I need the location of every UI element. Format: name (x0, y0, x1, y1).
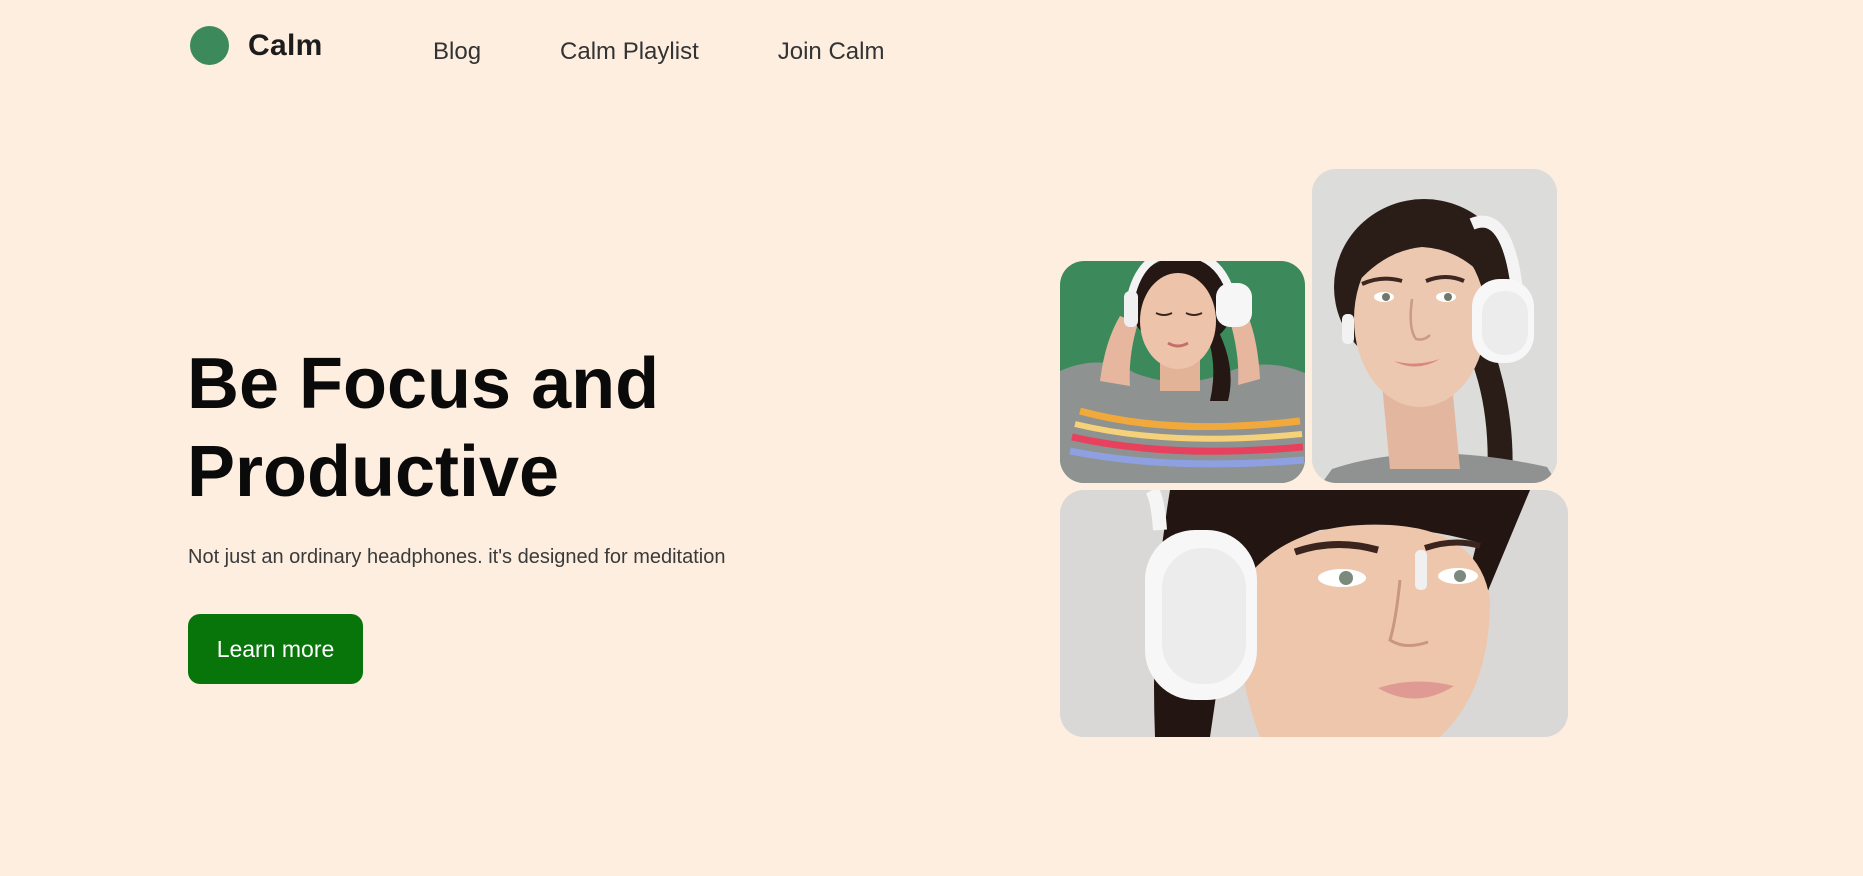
nav-link-join-calm[interactable]: Join Calm (778, 38, 885, 66)
photo-woman-closeup (1060, 490, 1568, 737)
main-nav: Blog Calm Playlist Join Calm (433, 38, 963, 66)
nav-link-blog[interactable]: Blog (433, 38, 481, 66)
photo-woman-green-background (1060, 261, 1305, 483)
hero-title-line-1: Be Focus and (187, 344, 660, 424)
hero-title-line-2: Productive (187, 432, 560, 512)
brand-name: Calm (248, 28, 323, 62)
learn-more-button[interactable]: Learn more (188, 614, 363, 684)
brand-logo[interactable]: Calm (190, 26, 323, 65)
site-header: Calm Blog Calm Playlist Join Calm (0, 0, 1863, 110)
logo-circle-icon (190, 26, 229, 65)
hero-title: Be Focus and Productive (187, 340, 807, 516)
photo-woman-smiling-portrait (1312, 169, 1557, 483)
hero-subtitle: Not just an ordinary headphones. it's de… (188, 546, 726, 568)
nav-link-calm-playlist[interactable]: Calm Playlist (560, 38, 699, 66)
